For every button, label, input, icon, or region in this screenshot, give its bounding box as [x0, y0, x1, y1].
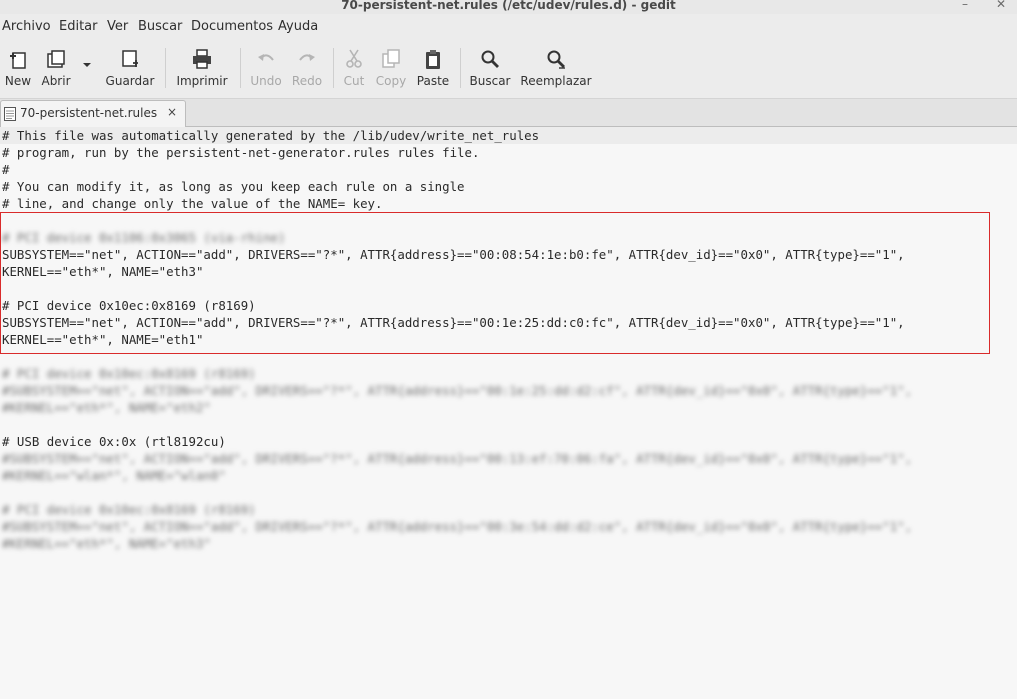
new-label: New	[4, 74, 32, 88]
new-button[interactable]: New	[3, 46, 33, 94]
editor-line: #SUBSYSTEM=="net", ACTION=="add", DRIVER…	[2, 383, 913, 398]
editor-line: # PCI device 0x10ec:0x8169 (r8169)	[2, 366, 256, 381]
window-title: 70-persistent-net.rules (/etc/udev/rules…	[341, 0, 676, 12]
tab-document[interactable]: 70-persistent-net.rules ×	[0, 100, 186, 127]
undo-button[interactable]: Undo	[248, 46, 284, 94]
redo-label: Redo	[291, 74, 323, 88]
menu-buscar[interactable]: Buscar	[138, 19, 182, 34]
menu-ver[interactable]: Ver	[107, 19, 128, 34]
editor-line: # You can modify it, as long as you keep…	[2, 179, 465, 194]
undo-label: Undo	[250, 74, 282, 88]
copy-button[interactable]: Copy	[374, 46, 408, 94]
save-icon	[122, 50, 138, 67]
replace-button[interactable]: Reemplazar	[519, 46, 593, 94]
editor-line: #SUBSYSTEM=="net", ACTION=="add", DRIVER…	[2, 519, 913, 534]
search-icon	[481, 50, 499, 68]
close-tab-icon[interactable]: ×	[167, 105, 177, 119]
save-button[interactable]: Guardar	[103, 46, 157, 94]
title-bar: 70-persistent-net.rules (/etc/udev/rules…	[0, 0, 1017, 14]
menu-documentos[interactable]: Documentos	[191, 19, 273, 34]
editor-line: #KERNEL=="wlan*", NAME="wlan0"	[2, 468, 226, 483]
print-button[interactable]: Imprimir	[174, 46, 230, 94]
copy-label: Copy	[375, 74, 407, 88]
menu-ayuda[interactable]: Ayuda	[278, 19, 318, 34]
find-button[interactable]: Buscar	[467, 46, 513, 94]
new-document-icon	[10, 52, 26, 69]
toolbar-separator	[460, 48, 461, 88]
menu-bar: Archivo Editar Ver Buscar Documentos Ayu…	[0, 14, 1017, 40]
redo-button[interactable]: Redo	[289, 46, 325, 94]
tab-bar: 70-persistent-net.rules ×	[0, 99, 1017, 127]
editor-line: # USB device 0x:0x (rtl8192cu)	[2, 434, 226, 449]
find-label: Buscar	[469, 74, 511, 88]
clipboard-icon	[426, 50, 440, 69]
copy-icon	[382, 49, 400, 68]
open-folder-icon	[47, 50, 65, 68]
editor-line: #SUBSYSTEM=="net", ACTION=="add", DRIVER…	[2, 451, 913, 466]
toolbar-separator	[165, 48, 166, 88]
toolbar-separator	[333, 48, 334, 88]
toolbar-separator	[240, 48, 241, 88]
save-label: Guardar	[105, 74, 155, 88]
text-editor[interactable]: # This file was automatically generated …	[0, 127, 1017, 699]
replace-label: Reemplazar	[520, 74, 592, 88]
menu-archivo[interactable]: Archivo	[2, 19, 51, 34]
editor-line: # line, and change only the value of the…	[2, 196, 383, 211]
redo-icon	[299, 54, 315, 61]
open-button[interactable]: Abrir	[39, 46, 73, 94]
print-label: Imprimir	[176, 74, 228, 88]
editor-line: #KERNEL=="eth*", NAME="eth2"	[2, 400, 211, 415]
recent-files-dropdown[interactable]	[79, 46, 95, 94]
open-label: Abrir	[41, 74, 71, 88]
text-file-icon	[4, 107, 16, 121]
editor-line: # program, run by the persistent-net-gen…	[2, 145, 480, 160]
cut-button[interactable]: Cut	[339, 46, 369, 94]
find-replace-icon	[547, 50, 565, 69]
cut-label: Cut	[343, 74, 365, 88]
editor-line: #	[2, 162, 10, 177]
editor-line: # This file was automatically generated …	[2, 128, 540, 143]
editor-line: # PCI device 0x10ec:0x8169 (r8169)	[2, 502, 256, 517]
highlight-annotation-box	[0, 212, 990, 354]
tab-label: 70-persistent-net.rules	[20, 106, 158, 120]
paste-label: Paste	[416, 74, 450, 88]
minimize-button[interactable]: –	[962, 0, 968, 11]
toolbar: New Abrir Guardar Imprimir Undo Redo Cut…	[0, 40, 1017, 99]
chevron-down-icon	[83, 63, 91, 67]
printer-icon	[193, 49, 211, 69]
menu-editar[interactable]: Editar	[59, 19, 98, 34]
undo-icon	[258, 54, 274, 61]
paste-button[interactable]: Paste	[414, 46, 452, 94]
close-window-button[interactable]: ✕	[996, 0, 1006, 11]
scissors-icon	[346, 49, 362, 68]
editor-line: #KERNEL=="eth*", NAME="eth3"	[2, 536, 211, 551]
